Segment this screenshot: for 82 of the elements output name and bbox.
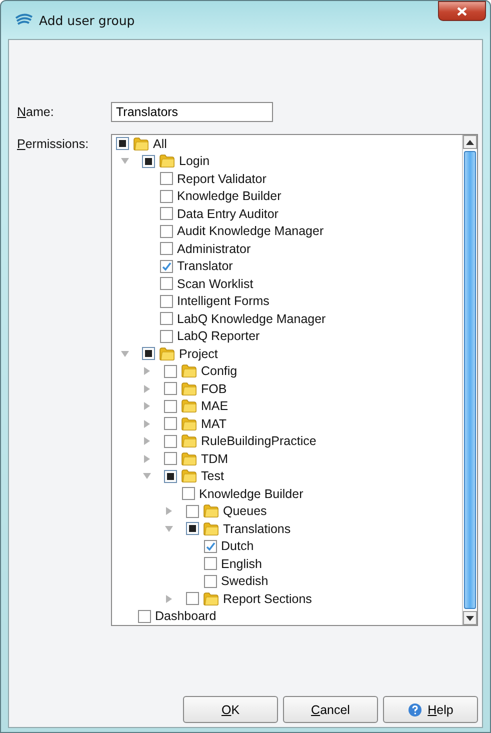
dialog-button[interactable]: Cancel xyxy=(283,696,378,723)
tree-item-label[interactable]: Queues xyxy=(223,504,267,518)
checkbox[interactable] xyxy=(160,330,173,343)
checkbox[interactable] xyxy=(164,417,177,430)
expander-icon[interactable] xyxy=(142,471,152,482)
checkbox[interactable] xyxy=(116,137,129,150)
checkbox[interactable] xyxy=(164,400,177,413)
name-field[interactable]: Translators xyxy=(111,102,273,122)
checkbox[interactable] xyxy=(160,190,173,203)
checkbox[interactable] xyxy=(160,312,173,326)
tree-item-label[interactable]: FOB xyxy=(201,382,227,396)
scrollbar[interactable] xyxy=(462,135,477,625)
checkbox[interactable] xyxy=(186,504,199,518)
checkbox[interactable] xyxy=(186,522,199,536)
tree-item-label[interactable]: Knowledge Builder xyxy=(177,189,282,204)
checkbox[interactable] xyxy=(164,382,177,396)
tree-item-label[interactable]: Test xyxy=(201,469,224,484)
tree-item-label[interactable]: TDM xyxy=(201,452,228,466)
checkbox[interactable] xyxy=(204,557,217,570)
expander-icon[interactable] xyxy=(142,401,152,412)
tree-item-label[interactable]: Dashboard xyxy=(155,609,216,624)
checkbox[interactable] xyxy=(164,434,177,448)
checkbox[interactable] xyxy=(186,592,199,606)
close-icon xyxy=(457,6,467,16)
expander-icon[interactable] xyxy=(164,506,174,516)
dialog-button[interactable]: Help xyxy=(383,696,478,723)
tree-item-label[interactable]: All xyxy=(153,136,167,151)
tree-item-label[interactable]: Data Entry Auditor xyxy=(177,206,278,221)
tree-item-label[interactable]: Login xyxy=(179,154,210,168)
help-icon xyxy=(408,702,422,716)
tree-item-label[interactable]: Swedish xyxy=(221,574,268,588)
tree-item-label[interactable]: LabQ Reporter xyxy=(177,329,260,344)
expander-icon[interactable] xyxy=(142,436,152,446)
tree-item-label[interactable]: Config xyxy=(201,364,238,378)
expander-icon[interactable] xyxy=(164,594,174,604)
checkbox[interactable] xyxy=(160,294,173,308)
expander-icon[interactable] xyxy=(142,418,152,429)
permissions-label: Permissions: xyxy=(17,136,90,151)
scroll-down-icon[interactable] xyxy=(466,616,474,620)
expander-icon[interactable] xyxy=(142,454,152,464)
checkbox[interactable] xyxy=(160,207,173,220)
checkbox[interactable] xyxy=(164,452,177,466)
expander-icon[interactable] xyxy=(120,348,130,359)
checkbox[interactable] xyxy=(182,487,195,500)
checkbox[interactable] xyxy=(164,364,177,378)
tree-item-label[interactable]: MAT xyxy=(201,416,226,431)
tree-item-label[interactable]: Report Validator xyxy=(177,172,266,186)
tree-item-label[interactable]: Administrator xyxy=(177,242,251,256)
tree-item-label[interactable]: MAE xyxy=(201,399,228,414)
checkbox[interactable] xyxy=(204,540,217,553)
tree-item-label[interactable]: Intelligent Forms xyxy=(177,294,270,308)
tree-item-label[interactable]: Scan Worklist xyxy=(177,276,254,291)
dialog-button[interactable]: OK xyxy=(183,696,278,723)
tree-item-label[interactable]: Project xyxy=(179,346,218,361)
checkbox[interactable] xyxy=(160,242,173,256)
tree-item-label[interactable]: English xyxy=(221,556,262,571)
checkbox[interactable] xyxy=(160,277,173,290)
checkbox[interactable] xyxy=(138,610,151,623)
tree-item-label[interactable]: Knowledge Builder xyxy=(199,486,304,501)
tree-item-label[interactable]: LabQ Knowledge Manager xyxy=(177,312,326,326)
expander-icon[interactable] xyxy=(120,156,130,166)
tree-item-label[interactable]: Report Sections xyxy=(223,592,312,606)
tree-item-label[interactable]: Audit Knowledge Manager xyxy=(177,224,324,238)
close-button[interactable] xyxy=(438,1,486,21)
expander-icon[interactable] xyxy=(142,384,152,394)
checkbox[interactable] xyxy=(160,260,173,273)
app-logo-icon xyxy=(15,13,33,27)
expander-icon[interactable] xyxy=(164,524,174,534)
checkbox[interactable] xyxy=(142,154,155,168)
checkbox[interactable] xyxy=(160,224,173,238)
expander-icon[interactable] xyxy=(142,366,152,376)
scroll-up-icon[interactable] xyxy=(466,140,474,144)
checkbox[interactable] xyxy=(164,470,177,483)
tree-item-label[interactable]: Translator xyxy=(177,259,233,274)
tree-item-label[interactable]: RuleBuildingPractice xyxy=(201,434,316,448)
window-title: Add user group xyxy=(39,12,135,28)
checkbox[interactable] xyxy=(204,574,217,588)
name-label: Name: xyxy=(17,104,55,119)
tree-item-label[interactable]: Dutch xyxy=(221,539,254,554)
tree-item-label[interactable]: Translations xyxy=(223,522,291,536)
checkbox[interactable] xyxy=(160,172,173,186)
checkbox[interactable] xyxy=(142,347,155,360)
